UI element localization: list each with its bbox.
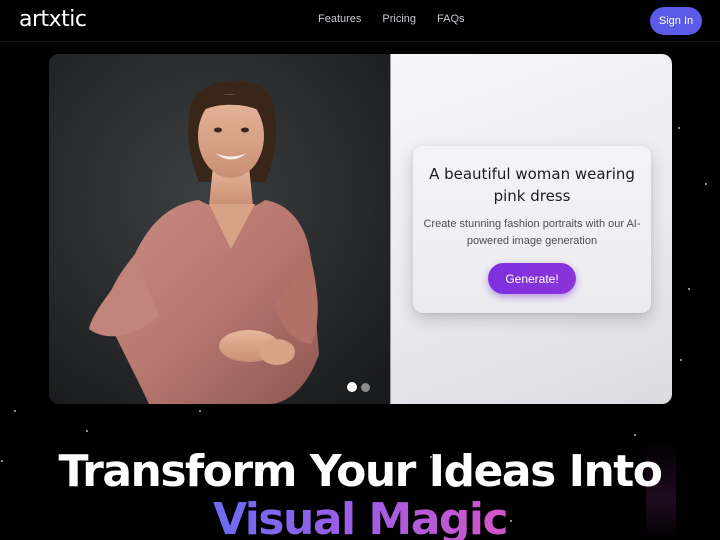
main-nav: Features Pricing FAQs xyxy=(318,13,486,25)
hero-showcase: A beautiful woman wearing pink dress Cre… xyxy=(49,54,672,404)
nav-link-pricing[interactable]: Pricing xyxy=(382,13,416,25)
sign-in-button[interactable]: Sign In xyxy=(650,7,702,35)
prompt-card: A beautiful woman wearing pink dress Cre… xyxy=(413,146,651,313)
prompt-panel: A beautiful woman wearing pink dress Cre… xyxy=(391,54,672,404)
nav-link-faqs[interactable]: FAQs xyxy=(437,13,465,25)
carousel-indicators xyxy=(347,382,370,392)
nav-link-features[interactable]: Features xyxy=(318,13,361,25)
generate-button[interactable]: Generate! xyxy=(488,263,576,294)
top-navbar: artxtic Features Pricing FAQs Sign In xyxy=(0,0,720,42)
brand-logo[interactable]: artxtic xyxy=(19,7,87,32)
hero-subheadline: Visual Magic xyxy=(0,494,720,540)
hero-headline: Transform Your Ideas Into xyxy=(58,446,663,497)
carousel-dot-1[interactable] xyxy=(347,382,357,392)
carousel-dot-2[interactable] xyxy=(361,383,370,392)
prompt-title: A beautiful woman wearing pink dress xyxy=(429,165,635,205)
prompt-description: Create stunning fashion portraits with o… xyxy=(423,218,641,247)
generated-portrait-image xyxy=(49,54,390,404)
portrait-illustration xyxy=(49,54,390,404)
gradient-text: Visual Magic xyxy=(213,494,509,540)
page: artxtic Features Pricing FAQs Sign In A … xyxy=(0,0,720,540)
